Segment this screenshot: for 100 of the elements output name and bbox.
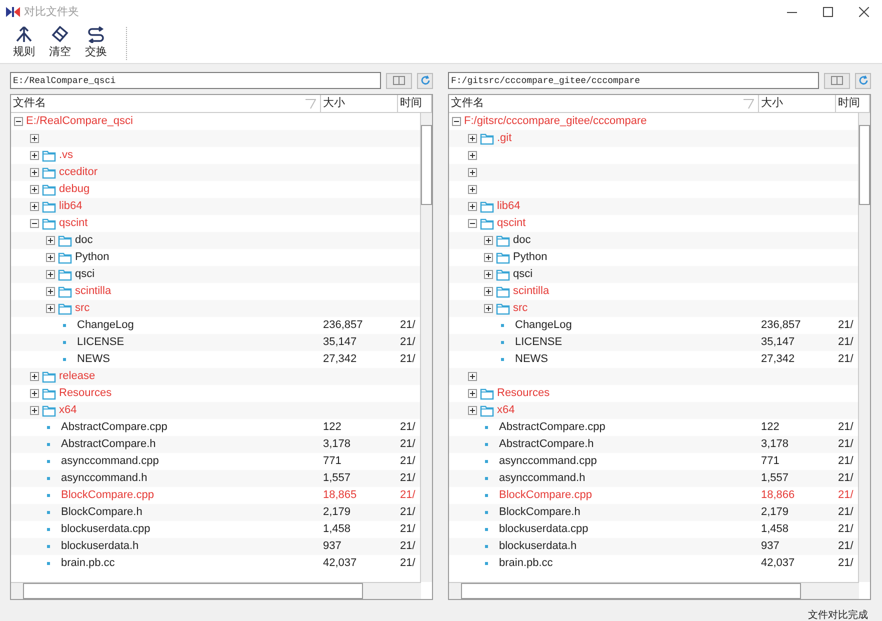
- expand-icon[interactable]: [468, 151, 477, 160]
- path-field[interactable]: F:/gitsrc/cccompare_gitee/cccompare: [448, 72, 819, 89]
- expand-icon[interactable]: [46, 253, 55, 262]
- file-name[interactable]: ChangeLog: [515, 317, 572, 334]
- folder-name[interactable]: lib64: [59, 198, 82, 215]
- file-name[interactable]: ChangeLog: [77, 317, 134, 334]
- file-name[interactable]: BlockCompare.h: [61, 504, 142, 521]
- folder-name[interactable]: cceditor: [59, 164, 98, 181]
- expand-icon[interactable]: [468, 168, 477, 177]
- folder-name[interactable]: .vs: [59, 147, 74, 164]
- expand-icon[interactable]: [30, 372, 39, 381]
- expand-icon[interactable]: [484, 304, 493, 313]
- expand-icon[interactable]: [30, 185, 39, 194]
- folder-name[interactable]: Python: [513, 249, 548, 266]
- column-header[interactable]: 大小: [321, 95, 398, 112]
- folder-name[interactable]: qsci: [75, 266, 95, 283]
- file-name[interactable]: blockuserdata.h: [499, 538, 577, 555]
- file-name[interactable]: BlockCompare.cpp: [61, 487, 154, 504]
- expand-icon[interactable]: [484, 270, 493, 279]
- folder-name[interactable]: release: [59, 368, 96, 385]
- scrollbar-thumb[interactable]: [461, 583, 801, 599]
- expand-icon[interactable]: [46, 236, 55, 245]
- file-name[interactable]: asynccommand.cpp: [499, 453, 597, 470]
- browse-button[interactable]: [386, 72, 412, 88]
- file-name[interactable]: AbstractCompare.h: [499, 436, 594, 453]
- folder-name[interactable]: src: [513, 300, 528, 317]
- collapse-icon[interactable]: [30, 219, 39, 228]
- collapse-icon[interactable]: [468, 219, 477, 228]
- vertical-scrollbar[interactable]: [420, 113, 432, 582]
- folder-name[interactable]: x64: [59, 402, 77, 419]
- scrollbar-thumb[interactable]: [421, 125, 432, 205]
- expand-icon[interactable]: [30, 134, 39, 143]
- expand-icon[interactable]: [46, 304, 55, 313]
- expand-icon[interactable]: [46, 287, 55, 296]
- expand-icon[interactable]: [30, 168, 39, 177]
- collapse-icon[interactable]: [452, 117, 461, 126]
- expand-icon[interactable]: [30, 151, 39, 160]
- maximize-icon[interactable]: [823, 7, 833, 17]
- file-name[interactable]: asynccommand.h: [61, 470, 148, 487]
- folder-name[interactable]: scintilla: [513, 283, 550, 300]
- file-name[interactable]: blockuserdata.cpp: [499, 521, 588, 538]
- column-header[interactable]: 大小: [759, 95, 836, 112]
- folder-name[interactable]: x64: [497, 402, 515, 419]
- file-name[interactable]: BlockCompare.h: [499, 504, 580, 521]
- file-name[interactable]: LICENSE: [515, 334, 562, 351]
- folder-name[interactable]: qscint: [497, 215, 526, 232]
- column-header[interactable]: 时间: [836, 95, 870, 112]
- expand-icon[interactable]: [30, 406, 39, 415]
- path-field[interactable]: E:/RealCompare_qsci: [10, 72, 381, 89]
- folder-name[interactable]: qscint: [59, 215, 88, 232]
- expand-icon[interactable]: [468, 134, 477, 143]
- expand-icon[interactable]: [468, 202, 477, 211]
- file-name[interactable]: NEWS: [515, 351, 548, 368]
- expand-icon[interactable]: [30, 202, 39, 211]
- file-name[interactable]: brain.pb.cc: [61, 555, 115, 572]
- expand-icon[interactable]: [484, 253, 493, 262]
- close-icon[interactable]: [859, 7, 869, 17]
- collapse-icon[interactable]: [14, 117, 23, 126]
- file-name[interactable]: brain.pb.cc: [499, 555, 553, 572]
- expand-icon[interactable]: [30, 389, 39, 398]
- folder-name[interactable]: .git: [497, 130, 512, 147]
- vertical-scrollbar[interactable]: [858, 113, 870, 582]
- folder-name[interactable]: Python: [75, 249, 110, 266]
- column-header[interactable]: 文件名: [11, 95, 321, 112]
- folder-name[interactable]: Resources: [497, 385, 550, 402]
- root-path[interactable]: E:/RealCompare_qsci: [26, 113, 133, 130]
- file-name[interactable]: blockuserdata.cpp: [61, 521, 150, 538]
- expand-icon[interactable]: [468, 406, 477, 415]
- file-name[interactable]: blockuserdata.h: [61, 538, 139, 555]
- refresh-button[interactable]: [417, 72, 433, 88]
- folder-name[interactable]: scintilla: [75, 283, 112, 300]
- file-name[interactable]: AbstractCompare.h: [61, 436, 156, 453]
- file-name[interactable]: asynccommand.cpp: [61, 453, 159, 470]
- root-path[interactable]: F:/gitsrc/cccompare_gitee/cccompare: [464, 113, 647, 130]
- expand-icon[interactable]: [468, 372, 477, 381]
- folder-name[interactable]: Resources: [59, 385, 112, 402]
- folder-name[interactable]: debug: [59, 181, 90, 198]
- expand-icon[interactable]: [484, 287, 493, 296]
- folder-name[interactable]: src: [75, 300, 90, 317]
- column-header[interactable]: 时间: [398, 95, 432, 112]
- toolbar-button[interactable]: 交换: [78, 24, 114, 63]
- file-name[interactable]: AbstractCompare.cpp: [61, 419, 168, 436]
- folder-name[interactable]: doc: [75, 232, 93, 249]
- file-name[interactable]: AbstractCompare.cpp: [499, 419, 606, 436]
- toolbar-button[interactable]: 规则: [6, 24, 42, 63]
- horizontal-scrollbar[interactable]: [11, 582, 421, 599]
- scrollbar-thumb[interactable]: [23, 583, 363, 599]
- expand-icon[interactable]: [468, 185, 477, 194]
- toolbar-button[interactable]: 清空: [42, 24, 78, 63]
- folder-name[interactable]: lib64: [497, 198, 520, 215]
- file-name[interactable]: NEWS: [77, 351, 110, 368]
- column-header[interactable]: 文件名: [449, 95, 759, 112]
- horizontal-scrollbar[interactable]: [449, 582, 859, 599]
- folder-name[interactable]: qsci: [513, 266, 533, 283]
- refresh-button[interactable]: [855, 72, 871, 88]
- folder-name[interactable]: doc: [513, 232, 531, 249]
- expand-icon[interactable]: [468, 389, 477, 398]
- scrollbar-thumb[interactable]: [859, 125, 870, 205]
- file-name[interactable]: LICENSE: [77, 334, 124, 351]
- file-name[interactable]: BlockCompare.cpp: [499, 487, 592, 504]
